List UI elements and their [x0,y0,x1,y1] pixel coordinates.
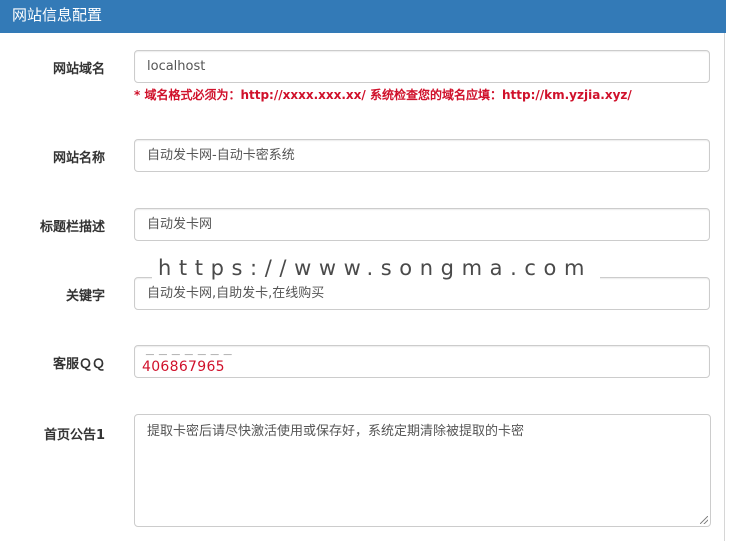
announcement-text: 提取卡密后请尽快激活使用或保存好，系统定期清除被提取的卡密 [147,424,525,439]
title-description-label: 标题栏描述 [39,220,105,235]
domain-format-hint: * 域名格式必须为：http://xxxx.xxx.xx/ 系统检查您的域名应填… [134,88,632,102]
resize-handle-icon[interactable] [700,516,708,524]
title-description-input[interactable]: 自动发卡网 [134,208,710,241]
domain-label: 网站域名 [52,62,105,77]
qq-number: 406867965 [142,359,225,375]
watermark: https://www.songma.com [152,256,601,284]
keywords-label: 关键字 [65,289,105,304]
announcement-textarea[interactable]: 提取卡密后请尽快激活使用或保存好，系统定期清除被提取的卡密 [134,414,711,527]
site-config-panel: 网站信息配置 网站域名 localhost * 域名格式必须为：http://x… [0,0,726,541]
announcement-label: 首页公告1 [43,428,105,443]
site-name-label: 网站名称 [52,151,105,166]
panel-title: 网站信息配置 [0,0,726,33]
domain-input[interactable]: localhost [134,50,710,83]
site-name-input[interactable]: 自动发卡网-自动卡密系统 [134,139,710,172]
support-qq-label: 客服ＱＱ [52,357,105,372]
